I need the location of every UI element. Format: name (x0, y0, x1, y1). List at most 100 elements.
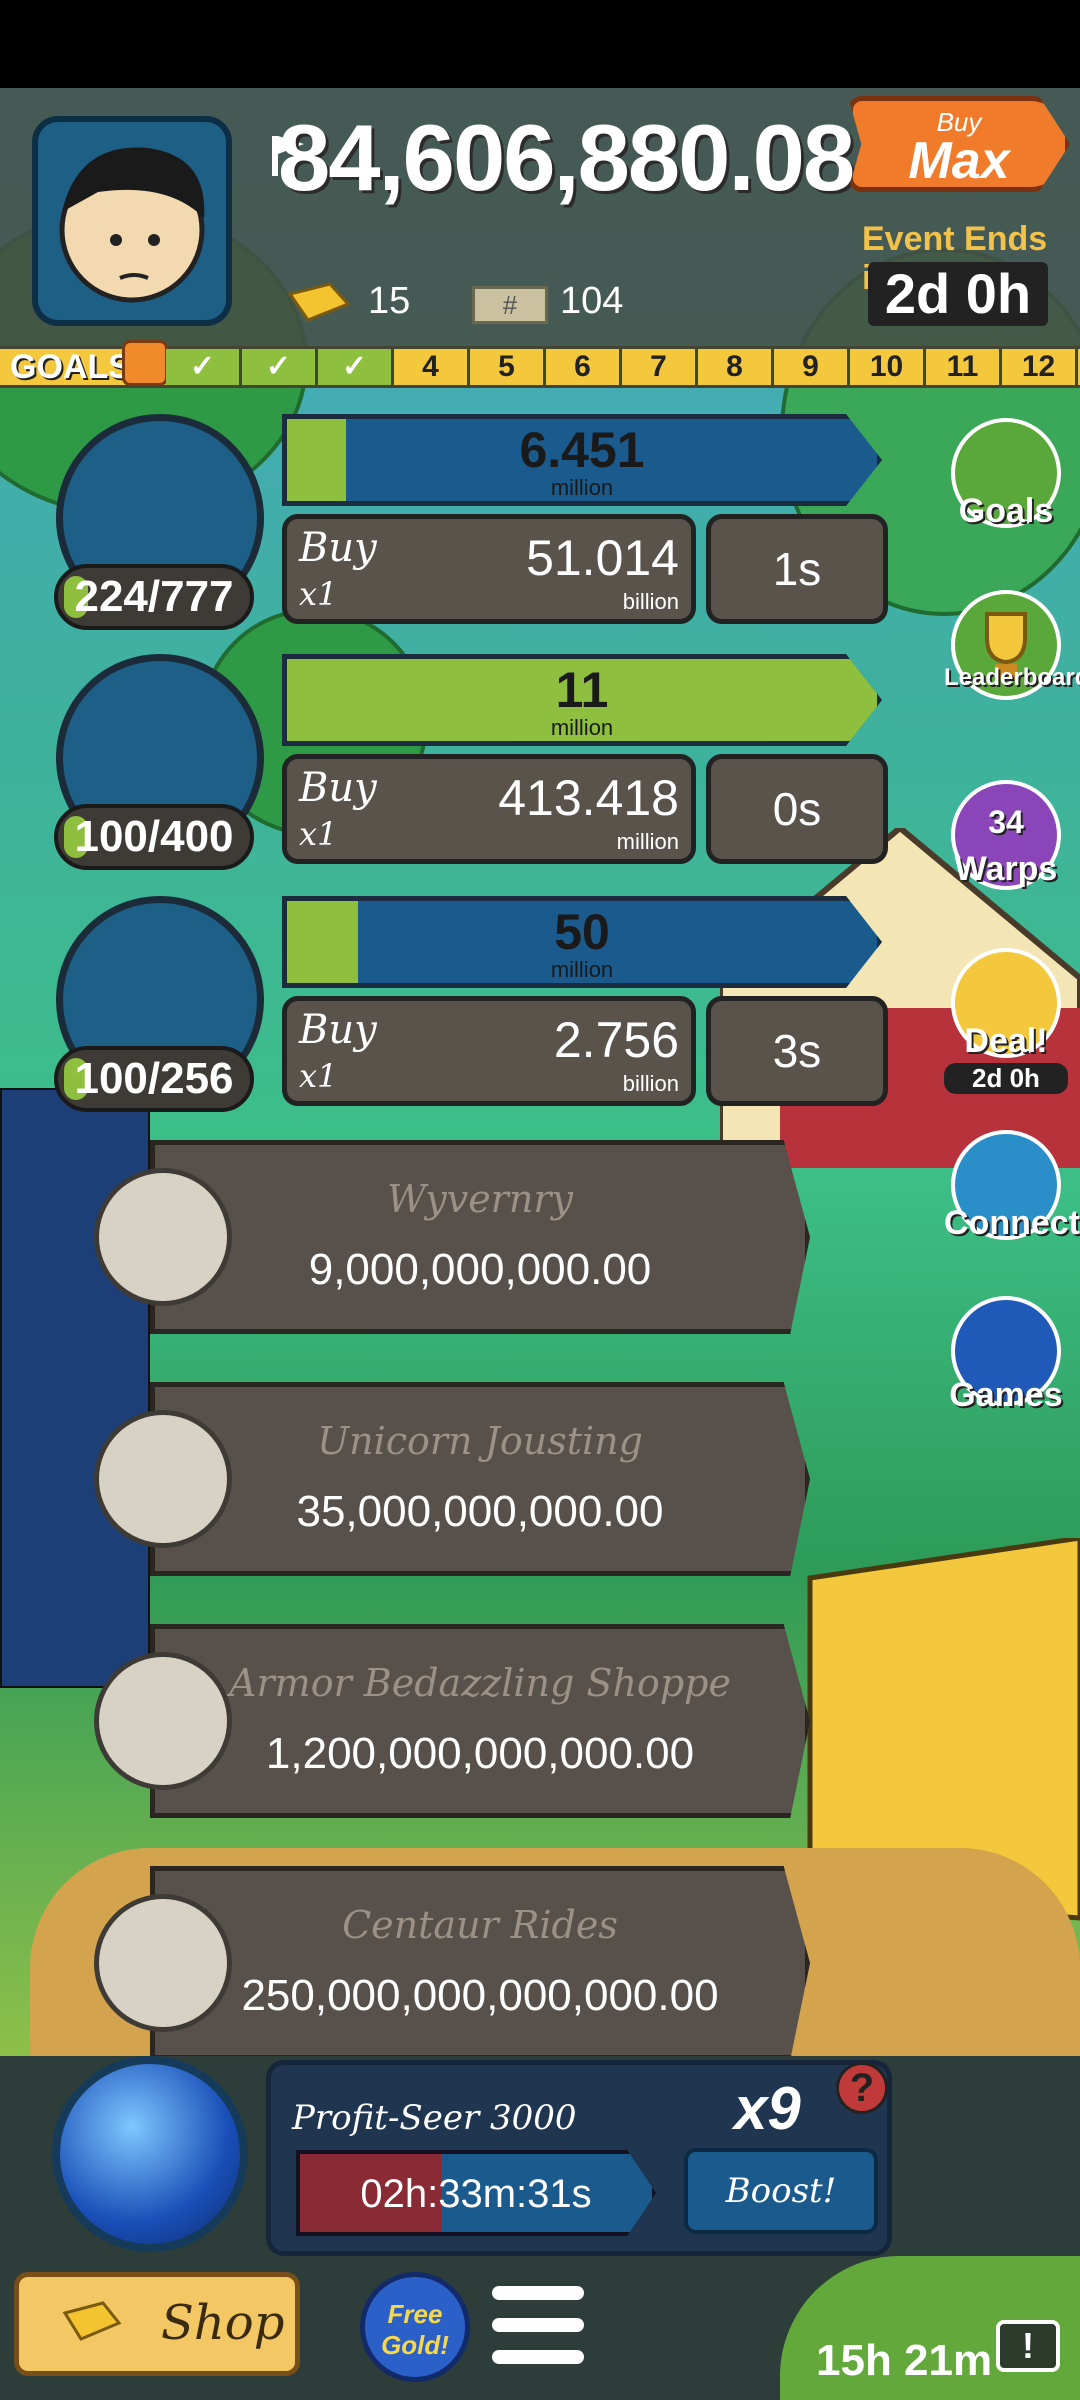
locked-business-icon (94, 1652, 232, 1790)
leaderboard-button[interactable]: Leaderboard (944, 590, 1080, 700)
profit-value: 6.451 (519, 422, 645, 478)
business-owned-count: 100/400 (54, 804, 254, 870)
goal-number: 11 (926, 349, 1002, 385)
manager-timer-bar: 02h:33m:31s (296, 2150, 656, 2236)
warps-button[interactable]: 34 Warps (944, 780, 1068, 890)
gift-icon (122, 340, 168, 386)
goal-completed-check: ✓ (318, 349, 394, 385)
locked-business-banner[interactable]: Centaur Rides 250,000,000,000,000.00 (150, 1866, 810, 2060)
buy-label: Buy (299, 525, 377, 571)
locked-business-name: Armor Bedazzling Shoppe (229, 1661, 731, 1705)
locked-business-name: Wyvernry (387, 1177, 573, 1221)
buy-business-button[interactable]: Buy x1 413.418 million (282, 754, 696, 864)
locked-business-price: 9,000,000,000.00 (308, 1245, 652, 1294)
profit-unit: million (550, 957, 614, 982)
business-owned-count: 224/777 (54, 564, 254, 630)
business-owned-label: 100/256 (74, 1054, 234, 1103)
avatar-face-icon (59, 147, 205, 303)
goal-number: 9 (774, 349, 850, 385)
locked-business-price: 250,000,000,000,000.00 (241, 1971, 719, 2020)
leaderboard-label: Leaderboard (944, 664, 1080, 691)
locked-business-price: 1,200,000,000,000.00 (265, 1729, 695, 1778)
goal-number: 12 (1002, 349, 1078, 385)
buy-business-button[interactable]: Buy x1 51.014 billion (282, 514, 696, 624)
shop-button[interactable]: Shop (14, 2272, 300, 2376)
profit-unit: million (550, 715, 614, 740)
goals-bar-label: GOALS (10, 348, 131, 386)
goal-number: 10 (850, 349, 926, 385)
locked-business-banner[interactable]: Unicorn Jousting 35,000,000,000.00 (150, 1382, 810, 1576)
free-gold-line1: Free (387, 2299, 443, 2329)
shop-label: Shop (161, 2295, 285, 2351)
goal-number: 6 (546, 349, 622, 385)
warps-count: 34 (988, 804, 1024, 840)
manager-timer: 02h:33m:31s (360, 2172, 592, 2216)
goal-number: 8 (698, 349, 774, 385)
buy-max-label: Max (908, 132, 1010, 190)
tv-icon[interactable]: ! (996, 2320, 1060, 2372)
player-avatar[interactable] (32, 116, 232, 326)
business-profit-bar[interactable]: 11 million (282, 654, 882, 746)
megabucks-icon: # (472, 286, 548, 324)
games-label: Games (949, 1376, 1063, 1414)
profit-value: 50 (554, 904, 610, 960)
business-timer: 3s (706, 996, 888, 1106)
video-ad-timer: 15h 21m (816, 2336, 993, 2385)
profit-value: 11 (555, 662, 609, 718)
boost-button[interactable]: Boost! (684, 2148, 878, 2234)
buy-business-button[interactable]: Buy x1 2.756 billion (282, 996, 696, 1106)
locked-business-name: Unicorn Jousting (317, 1419, 643, 1463)
locked-business-icon (94, 1410, 232, 1548)
business-timer: 1s (706, 514, 888, 624)
manager-crystal-ball-icon[interactable] (52, 2056, 248, 2252)
locked-business-banner[interactable]: Armor Bedazzling Shoppe 1,200,000,000,00… (150, 1624, 810, 1818)
gold-count: 15 (368, 280, 411, 322)
gold-bar-icon (287, 282, 351, 322)
buy-cost: 2.756 (553, 1012, 679, 1068)
gold-bar-icon (62, 2301, 122, 2341)
buy-cost: 51.014 (526, 530, 679, 586)
goal-number: 4 (394, 349, 470, 385)
cash-total: 84,606,880.08 (278, 105, 855, 210)
goals-side-label: Goals (958, 492, 1054, 530)
locked-business-price: 35,000,000,000.00 (296, 1487, 664, 1536)
buy-multiplier: x1 (299, 575, 338, 613)
free-gold-button[interactable]: Free Gold! (360, 2272, 470, 2382)
business-profit-bar[interactable]: 50 million (282, 896, 882, 988)
goal-completed-check: ✓ (166, 349, 242, 385)
locked-business-icon (94, 1168, 232, 1306)
connect-button[interactable]: Connect (944, 1130, 1080, 1243)
deal-label: Deal! (964, 1022, 1048, 1060)
business-owned-count: 100/256 (54, 1046, 254, 1112)
goal-number: 7 (622, 349, 698, 385)
free-gold-line2: Gold! (381, 2330, 449, 2360)
goals-side-button[interactable]: Goals (944, 418, 1068, 531)
profit-unit: million (550, 475, 614, 500)
business-owned-label: 224/777 (74, 572, 234, 621)
buy-multiplier: x1 (299, 1057, 338, 1095)
help-button[interactable]: ? (836, 2062, 888, 2114)
buy-cost: 413.418 (498, 770, 679, 826)
locked-business-icon (94, 1894, 232, 2032)
warps-label: Warps (954, 850, 1058, 888)
megabucks-count: 104 (560, 280, 624, 322)
games-button[interactable]: Games (944, 1296, 1068, 1415)
buy-cost-unit: billion (622, 1071, 679, 1096)
business-timer: 0s (706, 754, 888, 864)
buy-multiplier: x1 (299, 815, 338, 853)
business-owned-label: 100/400 (74, 812, 234, 861)
locked-business-name: Centaur Rides (342, 1903, 618, 1947)
connect-label: Connect (944, 1204, 1080, 1242)
buy-max-button[interactable]: Buy Max (848, 96, 1070, 192)
hamburger-menu-icon[interactable] (492, 2286, 584, 2366)
business-profit-bar[interactable]: 6.451 million (282, 414, 882, 506)
buy-label: Buy (299, 1007, 377, 1053)
locked-business-banner[interactable]: Wyvernry 9,000,000,000.00 (150, 1140, 810, 1334)
buy-cost-unit: billion (622, 589, 679, 614)
event-timer: 2d 0h (868, 262, 1048, 326)
manager-multiplier: x9 (734, 2075, 801, 2142)
manager-name: Profit-Seer 3000 (292, 2098, 577, 2138)
deal-button[interactable]: Deal! 2d 0h (944, 948, 1068, 1094)
buy-label: Buy (299, 765, 377, 811)
buy-cost-unit: million (616, 829, 679, 854)
